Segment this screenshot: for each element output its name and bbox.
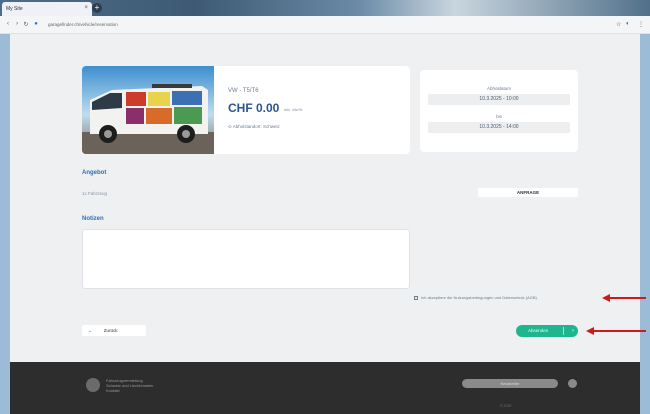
menu-icon[interactable]: ⋮ [638,21,644,28]
notes-title: Notizen [82,216,104,222]
footer-social-icon[interactable] [568,379,577,388]
vehicle-name: VW - T5/T6 [228,88,259,94]
vehicle-price: CHF 0.00 [228,101,280,115]
new-tab-button[interactable]: + [92,3,102,13]
submit-divider [563,327,564,335]
site-info-icon[interactable]: ● [32,21,40,27]
tab-close-icon[interactable]: × [84,5,88,11]
browser-tab[interactable]: My Site × [2,2,92,16]
terms-checkbox[interactable] [414,295,418,300]
submit-button-label: Absenden [528,328,549,333]
tab-title: My Site [6,6,23,12]
price-unit: inkl. MwSt. [284,107,304,112]
footer [10,362,640,414]
back-button[interactable]: ← Zurück [82,325,146,336]
annotation-arrowhead-terms [602,294,610,302]
footer-copyright: © 2025 [500,404,512,408]
url-input[interactable]: garagefinder.ch/vehicle/reservation [44,19,524,31]
return-date-field[interactable]: 10.3.2025 - 14:00 [428,122,570,133]
offer-item: 1x Fahrzeug [82,191,108,196]
offer-title: Angebot [82,170,107,176]
back-nav-icon[interactable]: ‹ [4,21,12,27]
back-button-label: Zurück [103,328,118,333]
submit-button[interactable]: Absenden › [516,325,578,337]
chevron-right-icon: › [572,328,574,334]
footer-text: Fahrzeugvermietung Schweiz und Liechtens… [106,378,154,393]
address-bar: ‹ › ↻ ● garagefinder.ch/vehicle/reservat… [0,16,650,34]
pickup-location-text: Abholstandort: Schweiz [232,124,280,129]
footer-newsletter-button[interactable]: Newsletter [462,379,558,388]
van-illustration [82,66,214,154]
dates-card [420,70,578,152]
terms-row[interactable]: Ich akzeptiere die Nutzungsbedingungen u… [414,295,537,300]
pickup-date-field[interactable]: 10.3.2025 - 10:00 [428,94,570,105]
arrow-left-icon: ← [88,328,93,333]
forward-nav-icon[interactable]: › [13,21,21,27]
offer-request-button[interactable]: ANFRAGE [478,188,578,197]
reload-icon[interactable]: ↻ [22,21,30,28]
pickup-date-label: Abholdatum [486,86,512,91]
star-icon[interactable]: ☆ [616,21,621,28]
footer-logo-icon [86,378,100,392]
annotation-arrow-terms [610,297,646,299]
notes-textarea[interactable] [82,229,410,289]
annotation-arrowhead-submit [586,327,594,335]
annotation-arrow-submit [594,330,646,332]
pickup-location: ⊙ Abholstandort: Schweiz [228,124,280,130]
profile-icon[interactable]: ◐ [626,21,630,27]
vehicle-image [82,66,214,154]
return-date-label: bis [496,114,502,119]
terms-label: Ich akzeptiere die Nutzungsbedingungen u… [421,295,537,300]
